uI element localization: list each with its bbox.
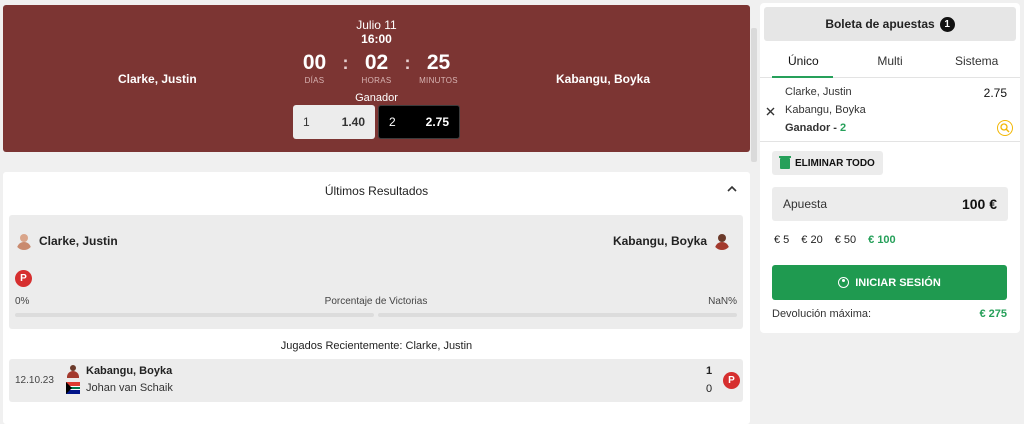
- header-player-2: Kabangu, Boyka: [556, 72, 651, 86]
- trash-icon: [779, 155, 791, 169]
- search-icon[interactable]: [997, 120, 1013, 136]
- match-time: 16:00: [361, 32, 392, 46]
- delete-all-label: ELIMINAR TODO: [795, 157, 875, 169]
- odd-value: 2.75: [425, 115, 449, 129]
- tab-sistema[interactable]: Sistema: [933, 47, 1020, 77]
- recent-team-2: Johan van Schaik: [66, 382, 173, 394]
- countdown-hours-value: 02: [364, 51, 389, 74]
- odd-button-2-selected[interactable]: 2 2.75: [378, 105, 460, 139]
- quick-stake-20[interactable]: € 20: [801, 234, 822, 246]
- countdown-separator: :: [404, 53, 411, 73]
- bet-selection: Clarke, Justin Kabangu, Boyka Ganador - …: [760, 79, 1020, 142]
- max-return-value: € 275: [979, 308, 1007, 320]
- tab-unico[interactable]: Único: [760, 47, 847, 77]
- max-return-label: Devolución máxima:: [772, 308, 872, 320]
- max-return: Devolución máxima: € 275: [772, 308, 1007, 320]
- stake-label: Apuesta: [783, 197, 828, 211]
- bet-slip: Boleta de apuestas 1 Único Multi Sistema…: [760, 3, 1020, 333]
- selection-player-1: Clarke, Justin: [785, 86, 852, 98]
- countdown-minutes-label: MINUTOS: [419, 76, 458, 85]
- countdown-days: 00 DÍAS: [295, 51, 335, 85]
- odd-value: 1.40: [341, 115, 365, 129]
- player-avatar-icon: [713, 232, 731, 250]
- recent-match-date: 12.10.23: [15, 375, 54, 386]
- player-avatar-icon: [15, 232, 33, 250]
- win-pct-bar-left: [15, 313, 374, 317]
- recent-match-row[interactable]: 12.10.23 Kabangu, Boyka Johan van Schaik…: [9, 359, 743, 402]
- selection-odd: 2.75: [983, 86, 1007, 100]
- selection-market-label: Ganador -: [785, 122, 841, 134]
- countdown-hours-label: HORAS: [361, 76, 392, 85]
- market-label: Ganador: [355, 92, 398, 104]
- header-player-1: Clarke, Justin: [118, 72, 197, 86]
- bet-type-tabs: Único Multi Sistema: [760, 47, 1020, 78]
- recent-score-1: 1: [706, 365, 713, 377]
- head-to-head-box: Clarke, Justin Kabangu, Boyka P 0% Porce…: [9, 215, 743, 329]
- recent-team-1-name: Kabangu, Boyka: [86, 365, 173, 377]
- countdown-minutes: 25 MINUTOS: [419, 51, 459, 85]
- countdown-minutes-value: 25: [426, 51, 451, 74]
- recent-title: Jugados Recientemente: Clarke, Justin: [280, 340, 473, 352]
- h2h-player-1-name: Clarke, Justin: [39, 234, 118, 248]
- odd-button-1[interactable]: 1 1.40: [293, 105, 375, 139]
- tab-multi[interactable]: Multi: [847, 47, 934, 77]
- stake-value: 100 €: [961, 196, 997, 212]
- h2h-player-1: Clarke, Justin: [15, 232, 118, 250]
- quick-stake-50[interactable]: € 50: [835, 234, 856, 246]
- h2h-player-2: Kabangu, Boyka: [613, 232, 731, 250]
- chevron-up-icon[interactable]: [727, 184, 737, 196]
- active-tab-indicator: [772, 76, 833, 78]
- win-pct-right: NaN%: [708, 296, 737, 307]
- countdown-hours: 02 HORAS: [357, 51, 397, 85]
- h2h-player-2-name: Kabangu, Boyka: [612, 234, 707, 248]
- bet-count-badge: 1: [939, 16, 955, 32]
- selection-player-2: Kabangu, Boyka: [785, 104, 866, 116]
- results-panel: Últimos Resultados Clarke, Justin Kabang…: [3, 172, 750, 424]
- win-pct-label: Porcentaje de Victorias: [324, 296, 428, 307]
- stake-input[interactable]: Apuesta 100 €: [772, 187, 1008, 221]
- match-date: Julio 11: [356, 18, 397, 32]
- player-avatar-icon: [66, 364, 80, 378]
- odd-label: 2: [389, 115, 396, 129]
- recent-team-1: Kabangu, Boyka: [66, 364, 172, 378]
- quick-stake-options: € 5 € 20 € 50 € 100: [774, 234, 896, 246]
- selection-pick: 2: [840, 122, 847, 134]
- quick-stake-5[interactable]: € 5: [774, 234, 789, 246]
- login-button[interactable]: INICIAR SESIÓN: [772, 265, 1007, 300]
- quick-stake-100[interactable]: € 100: [868, 234, 896, 246]
- win-pct-bar-right: [378, 313, 737, 317]
- recent-result-badge: P: [723, 372, 740, 389]
- countdown-days-value: 00: [302, 51, 327, 74]
- countdown-separator: :: [342, 53, 349, 73]
- match-header: Julio 11 16:00 00 DÍAS : 02 HORAS : 25 M…: [3, 5, 750, 152]
- delete-all-button[interactable]: ELIMINAR TODO: [772, 151, 883, 175]
- recent-score-2: 0: [706, 383, 713, 395]
- login-label: INICIAR SESIÓN: [855, 276, 941, 289]
- close-icon[interactable]: [766, 105, 775, 119]
- countdown-days-label: DÍAS: [304, 76, 325, 85]
- recent-team-2-name: Johan van Schaik: [86, 382, 173, 394]
- odd-label: 1: [303, 115, 310, 129]
- bet-slip-title: Boleta de apuestas: [825, 17, 935, 31]
- results-title: Últimos Resultados: [324, 184, 429, 198]
- bet-slip-header[interactable]: Boleta de apuestas 1: [764, 7, 1016, 41]
- user-icon: [838, 277, 850, 288]
- form-badge: P: [15, 270, 32, 287]
- page-scrollbar[interactable]: [751, 28, 757, 162]
- south-africa-flag-icon: [66, 382, 80, 394]
- selection-market: Ganador - 2: [785, 122, 846, 134]
